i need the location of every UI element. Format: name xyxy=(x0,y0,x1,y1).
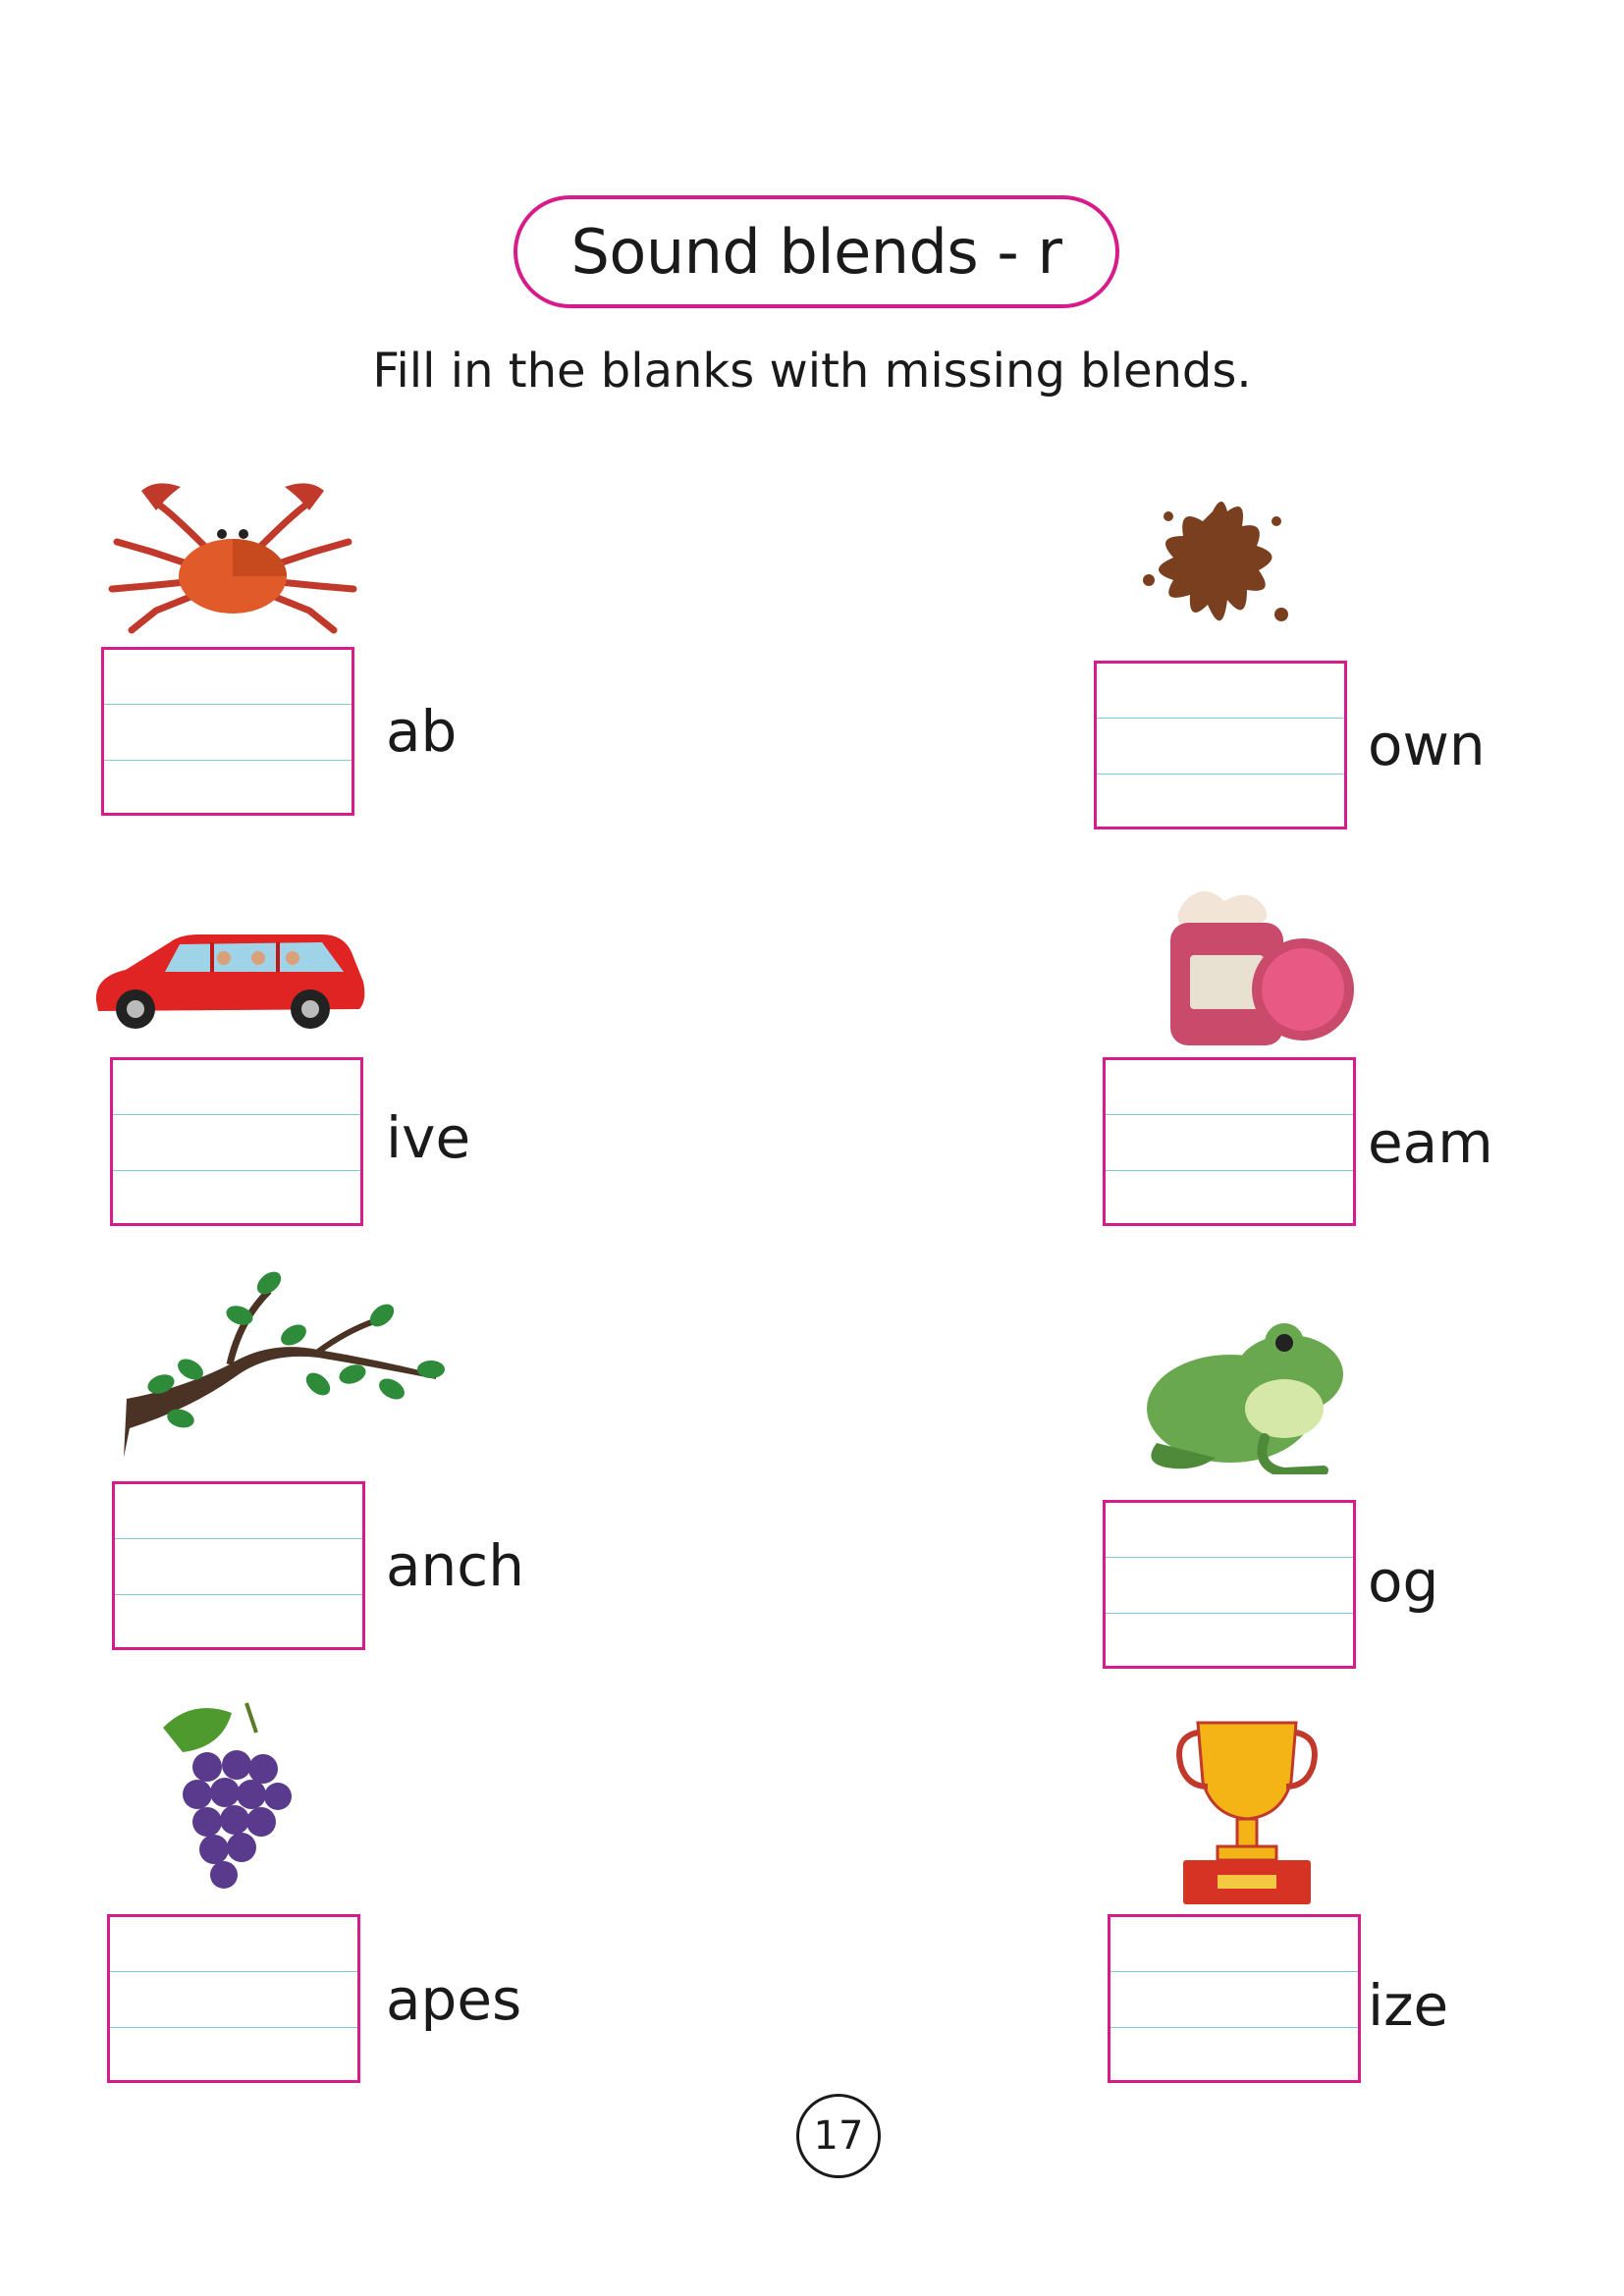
grapes-icon xyxy=(153,1698,300,1898)
guide-line xyxy=(1106,1170,1353,1171)
guide-line xyxy=(1106,1613,1353,1614)
word-ending-anch: anch xyxy=(386,1532,524,1599)
worksheet-title: Sound blends - r xyxy=(514,195,1119,308)
guide-line xyxy=(115,1594,362,1595)
branch-icon xyxy=(122,1261,452,1464)
guide-line xyxy=(1110,1971,1358,1972)
word-ending-ize: ize xyxy=(1368,1972,1449,2039)
guide-line xyxy=(104,704,352,705)
page-number: 17 xyxy=(796,2094,881,2178)
blank-box-crab[interactable] xyxy=(101,647,354,816)
guide-line xyxy=(1106,1114,1353,1115)
blank-box-trophy[interactable] xyxy=(1108,1914,1361,2083)
blank-box-frog[interactable] xyxy=(1103,1500,1356,1669)
guide-line xyxy=(1106,1557,1353,1558)
guide-line xyxy=(115,1538,362,1539)
brown-splash-icon xyxy=(1129,477,1296,644)
frog-icon xyxy=(1137,1315,1353,1474)
blank-box-brown[interactable] xyxy=(1094,661,1347,829)
guide-line xyxy=(110,1971,357,1972)
word-ending-own: own xyxy=(1368,712,1486,778)
blank-box-car[interactable] xyxy=(110,1057,363,1226)
guide-line xyxy=(1097,718,1344,719)
word-ending-eam: eam xyxy=(1368,1109,1493,1176)
car-icon xyxy=(86,923,369,1033)
guide-line xyxy=(113,1114,360,1115)
blank-box-branch[interactable] xyxy=(112,1481,365,1650)
instruction-text: Fill in the blanks with missing blends. xyxy=(372,344,1252,399)
blank-box-grapes[interactable] xyxy=(107,1914,360,2083)
guide-line xyxy=(110,2027,357,2028)
word-ending-ab: ab xyxy=(386,698,458,765)
trophy-icon xyxy=(1173,1713,1321,1909)
guide-line xyxy=(104,760,352,761)
crab-icon xyxy=(102,473,363,636)
word-ending-og: og xyxy=(1368,1548,1439,1615)
cream-jar-icon xyxy=(1165,881,1354,1052)
guide-line xyxy=(113,1170,360,1171)
word-ending-apes: apes xyxy=(386,1966,522,2033)
word-ending-ive: ive xyxy=(386,1104,471,1171)
guide-line xyxy=(1110,2027,1358,2028)
blank-box-cream[interactable] xyxy=(1103,1057,1356,1226)
